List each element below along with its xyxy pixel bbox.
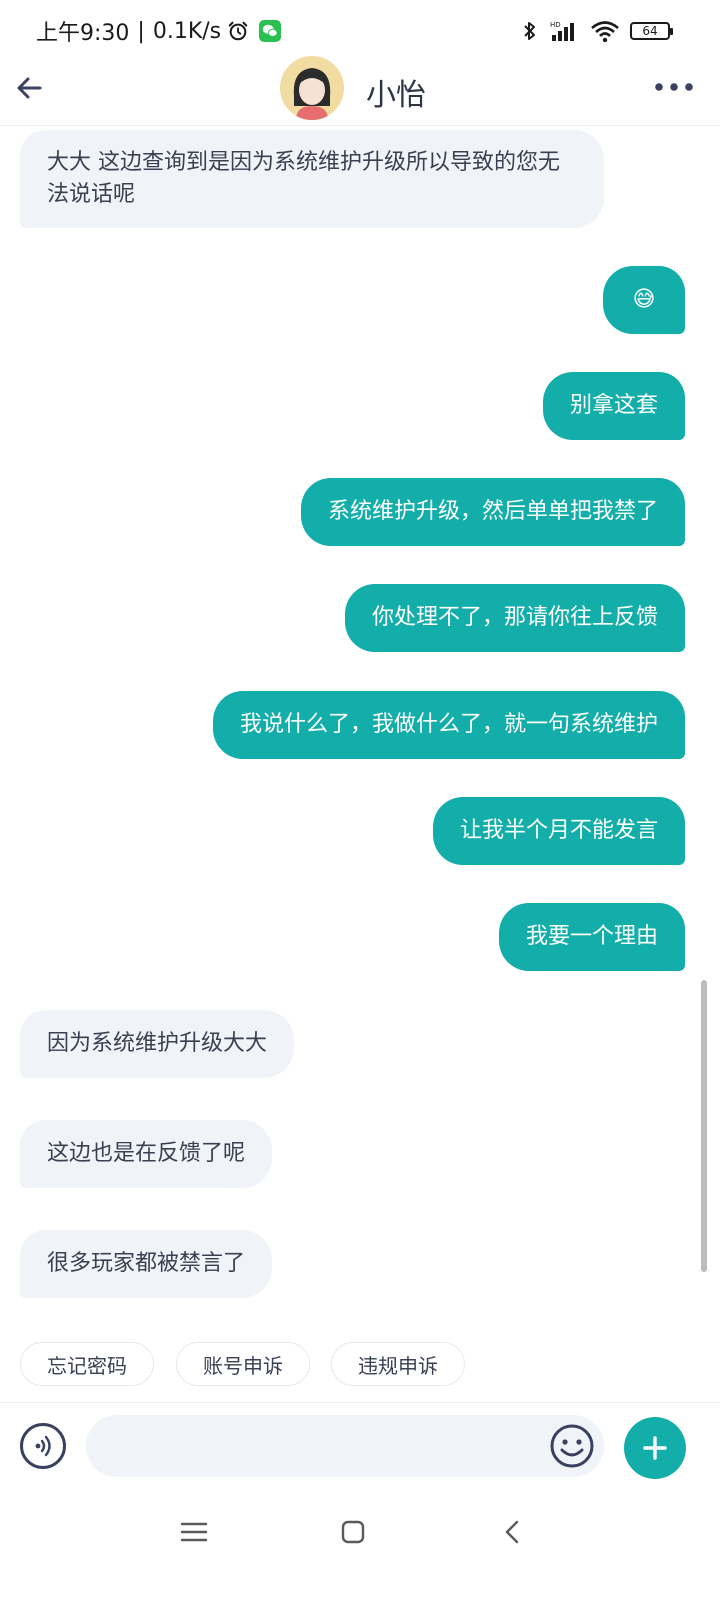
- more-icon[interactable]: [654, 82, 694, 92]
- message-incoming[interactable]: 很多玩家都被禁言了: [20, 1230, 273, 1298]
- message-outgoing[interactable]: 我要一个理由: [498, 903, 685, 971]
- status-separator: |: [137, 18, 145, 44]
- message-outgoing[interactable]: 😅: [603, 266, 685, 334]
- status-bar: 上午9:30 | 0.1K/s HD 64: [0, 0, 720, 60]
- message-outgoing[interactable]: 别拿这套: [542, 372, 685, 440]
- wechat-icon: [259, 20, 282, 42]
- svg-text:HD: HD: [550, 21, 561, 29]
- quick-reply-chip[interactable]: 违规申诉: [331, 1342, 465, 1386]
- quick-reply-chip[interactable]: 账号申诉: [176, 1342, 310, 1386]
- bluetooth-icon: [524, 22, 535, 40]
- wifi-icon: [591, 21, 619, 43]
- message-outgoing[interactable]: 系统维护升级，然后单单把我禁了: [300, 478, 685, 546]
- emoji-icon[interactable]: [548, 1422, 596, 1470]
- message-outgoing[interactable]: 我说什么了，我做什么了，就一句系统维护: [212, 691, 685, 759]
- chat-messages[interactable]: 大大 这边查询到是因为系统维护升级所以导致的您无法说话呢 😅 别拿这套 系统维护…: [0, 126, 720, 1402]
- chat-scrollbar[interactable]: [701, 980, 707, 1272]
- status-right: HD 64: [522, 16, 673, 46]
- quick-reply-chip[interactable]: 忘记密码: [20, 1342, 154, 1386]
- message-outgoing[interactable]: 让我半个月不能发言: [432, 797, 685, 865]
- home-icon: [341, 1520, 365, 1544]
- plus-icon: [643, 1436, 667, 1460]
- net-speed: 0.1K/s: [152, 18, 222, 44]
- system-nav-bar: [0, 1486, 720, 1600]
- home-button[interactable]: [333, 1512, 373, 1552]
- battery-icon: 64: [630, 22, 673, 40]
- message-outgoing[interactable]: 你处理不了，那请你往上反馈: [344, 584, 685, 652]
- chat-header: 小怡: [0, 56, 720, 126]
- status-time: 上午9:30: [36, 21, 130, 46]
- menu-icon: [180, 1522, 208, 1542]
- voice-icon: [35, 1435, 51, 1457]
- battery-level: 64: [642, 24, 658, 38]
- message-incoming[interactable]: 因为系统维护升级大大: [20, 1010, 295, 1078]
- message-input[interactable]: [86, 1415, 604, 1477]
- message-incoming[interactable]: 这边也是在反馈了呢: [20, 1120, 273, 1188]
- message-incoming[interactable]: 大大 这边查询到是因为系统维护升级所以导致的您无法说话呢: [20, 130, 604, 228]
- menu-button[interactable]: [174, 1512, 214, 1552]
- back-button[interactable]: [492, 1512, 532, 1552]
- back-arrow-icon[interactable]: [14, 72, 46, 104]
- voice-button[interactable]: [20, 1423, 66, 1469]
- back-icon: [505, 1520, 519, 1544]
- alarm-icon: [228, 21, 248, 41]
- hd-signal-icon: HD: [550, 21, 574, 41]
- plus-button[interactable]: [624, 1417, 686, 1479]
- input-bar: [0, 1402, 720, 1486]
- contact-name: 小怡: [366, 78, 426, 113]
- status-left: 上午9:30 | 0.1K/s: [36, 16, 282, 46]
- avatar[interactable]: [280, 56, 344, 120]
